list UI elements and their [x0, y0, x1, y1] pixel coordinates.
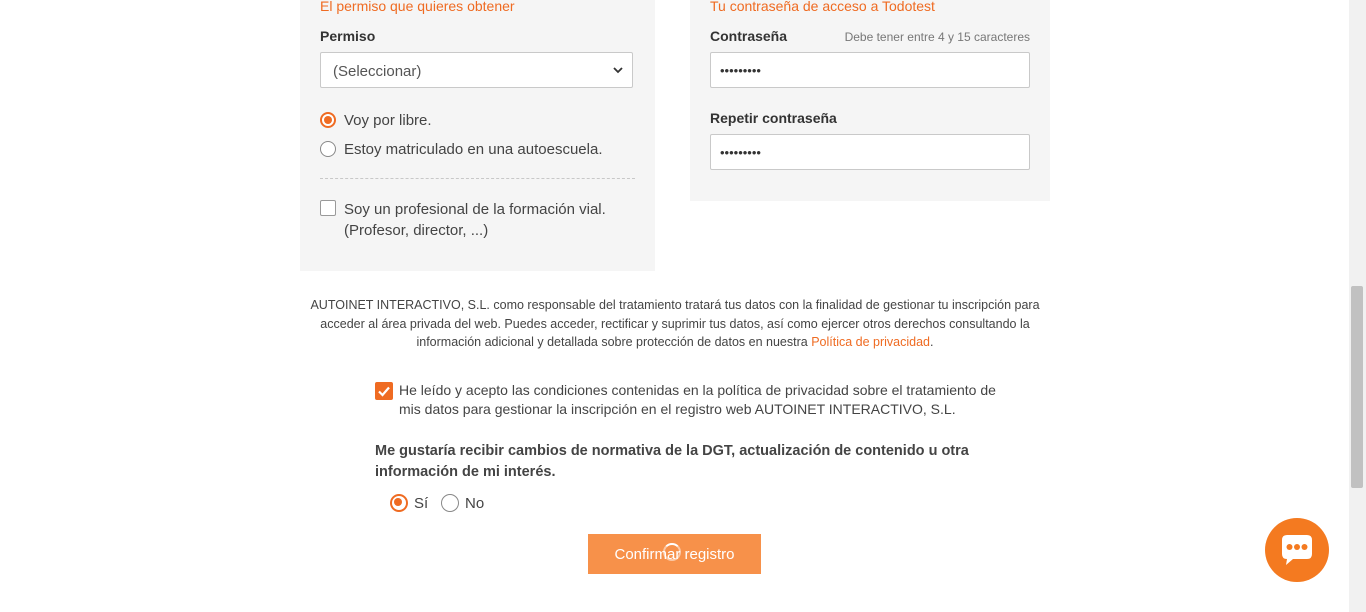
- privacy-period: .: [930, 335, 934, 349]
- privacy-consent-checkbox[interactable]: [375, 382, 393, 400]
- newsletter-yes-radio[interactable]: [390, 494, 408, 512]
- permiso-label: Permiso: [320, 28, 376, 44]
- repeat-password-field[interactable]: •••••••••: [710, 134, 1030, 170]
- permiso-select[interactable]: (Seleccionar): [320, 52, 633, 88]
- permiso-panel: El permiso que quieres obtener Permiso (…: [300, 0, 655, 271]
- repeat-password-value: •••••••••: [720, 145, 761, 160]
- privacy-notice: AUTOINET INTERACTIVO, S.L. como responsa…: [310, 296, 1040, 352]
- password-value: •••••••••: [720, 63, 761, 78]
- professional-checkbox[interactable]: [320, 200, 336, 216]
- check-icon: [378, 386, 390, 397]
- option-autoescuela-label: Estoy matriculado en una autoescuela.: [344, 141, 603, 158]
- password-hint: Debe tener entre 4 y 15 caracteres: [844, 30, 1030, 44]
- newsletter-no-radio[interactable]: [441, 494, 459, 512]
- scrollbar-thumb[interactable]: [1351, 286, 1363, 488]
- newsletter-no-label: No: [465, 495, 485, 512]
- privacy-consent-label: He leído y acepto las condiciones conten…: [399, 382, 996, 417]
- privacy-policy-link[interactable]: Política de privacidad: [811, 335, 930, 349]
- radio-autoescuela[interactable]: [320, 141, 336, 157]
- chat-icon: [1282, 535, 1312, 565]
- repeat-password-label: Repetir contraseña: [710, 110, 837, 126]
- radio-voy-por-libre[interactable]: [320, 112, 336, 128]
- password-field[interactable]: •••••••••: [710, 52, 1030, 88]
- divider: [320, 178, 635, 179]
- professional-sublabel: (Profesor, director, ...): [344, 222, 489, 239]
- chat-button[interactable]: [1265, 518, 1329, 582]
- scrollbar[interactable]: [1349, 0, 1366, 612]
- permiso-section-title: El permiso que quieres obtener: [320, 0, 515, 14]
- chevron-down-icon: [613, 67, 623, 74]
- password-label: Contraseña: [710, 28, 788, 44]
- option-voy-por-libre-label: Voy por libre.: [344, 112, 432, 129]
- permiso-select-value: (Seleccionar): [333, 63, 422, 80]
- password-panel: Tu contraseña de acceso a Todotest Contr…: [690, 0, 1050, 201]
- password-section-title: Tu contraseña de acceso a Todotest: [710, 0, 935, 14]
- newsletter-yes-label: Sí: [414, 495, 429, 512]
- spinner-icon: [663, 543, 681, 561]
- professional-label: Soy un profesional de la formación vial.: [344, 201, 606, 218]
- newsletter-question: Me gustaría recibir cambios de normativa…: [375, 443, 969, 480]
